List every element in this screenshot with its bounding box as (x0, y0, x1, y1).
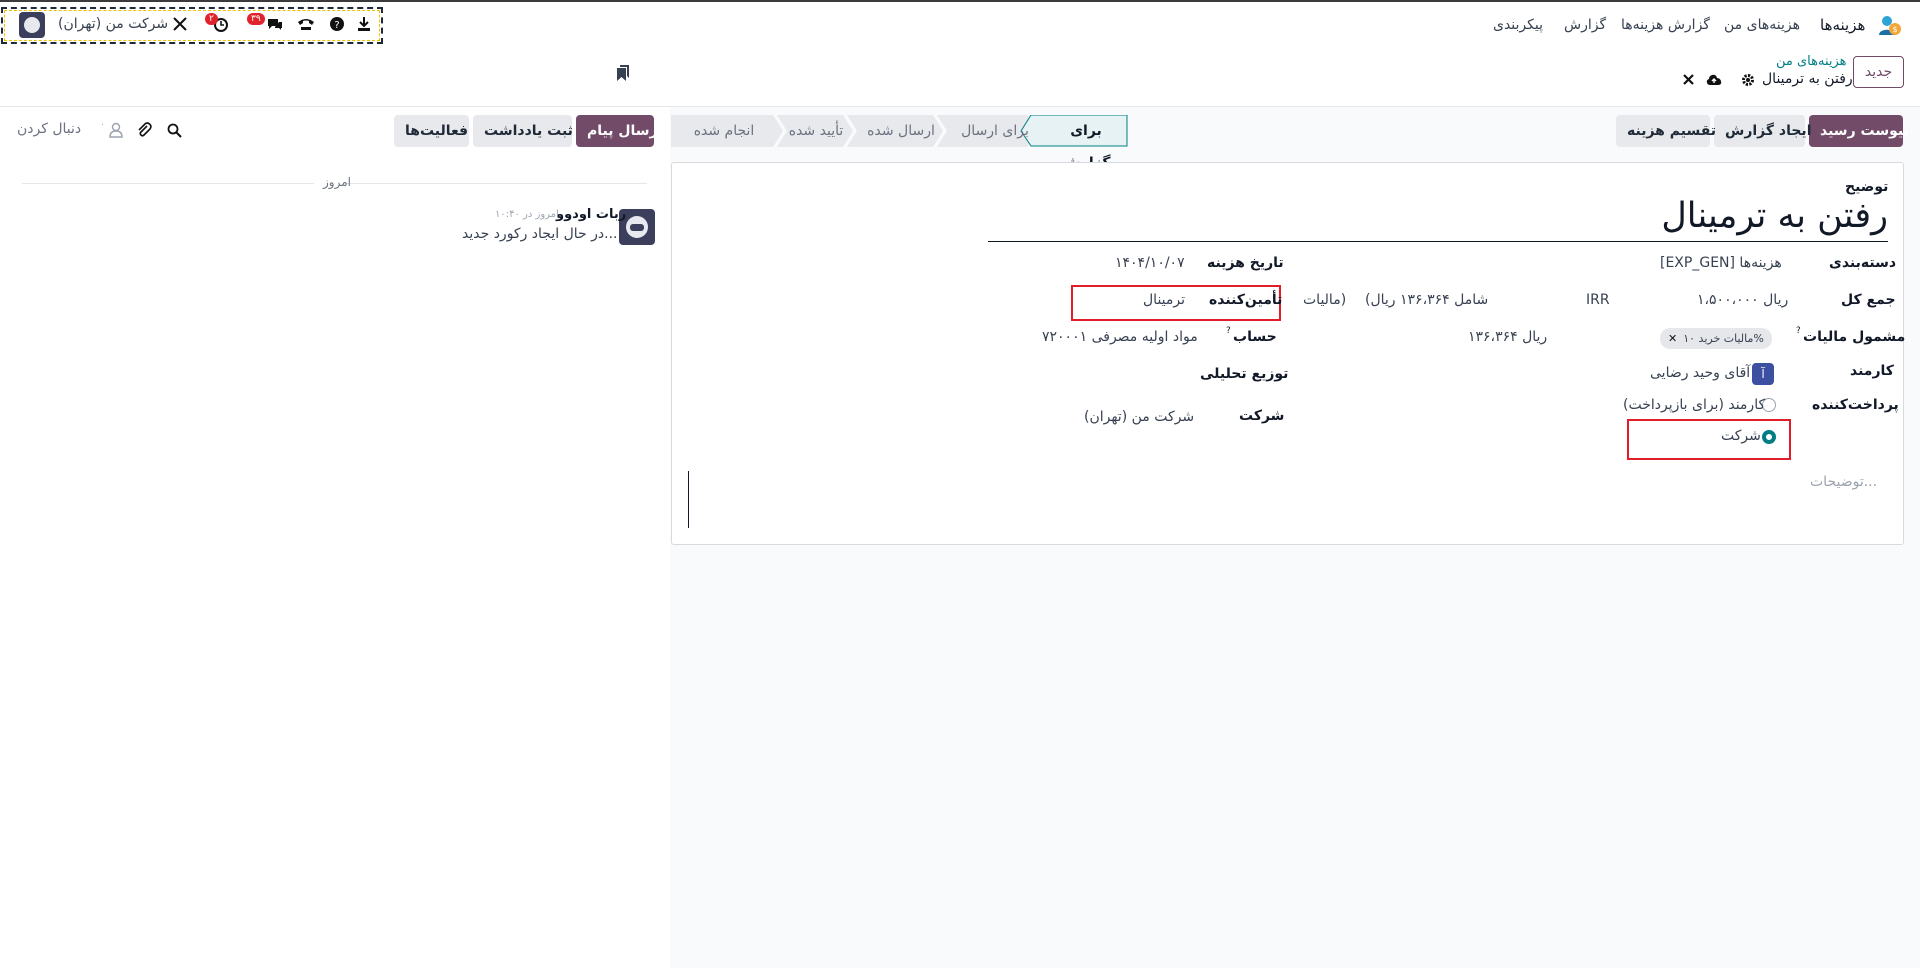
svg-text:?: ? (334, 20, 339, 31)
debug-tools-icon[interactable] (172, 16, 188, 32)
analytic-label: توزیع تحلیلی (1200, 366, 1289, 382)
attach-receipt-button[interactable]: پیوست رسید (1809, 115, 1909, 147)
paid-by-company-label[interactable]: شرکت (1721, 428, 1761, 444)
account-label: حساب (1233, 329, 1277, 345)
message-timestamp: امروز در ۱۰:۴۰ (495, 209, 559, 220)
employee-label: کارمند (1850, 363, 1894, 379)
bookmark-icon[interactable] (617, 65, 629, 81)
search-messages-icon[interactable] (167, 123, 182, 138)
category-label: دسته‌بندی (1829, 255, 1897, 271)
taxes-help-icon[interactable]: ? (1796, 326, 1801, 336)
employee-avatar: آ (1752, 363, 1774, 385)
followers-icon[interactable] (109, 122, 123, 138)
taxes-label: مشمول مالیات (1803, 329, 1906, 345)
tax-amount-field: ۱۳۶،۳۶۴ ریال (1468, 329, 1548, 345)
download-icon[interactable] (357, 16, 371, 32)
employee-field[interactable]: آقای وحید رضایی (1650, 365, 1750, 381)
split-expense-button[interactable]: تقسیم هزینه (1616, 115, 1716, 147)
send-message-button[interactable]: ارسال پیام (576, 115, 662, 147)
menu-expense-reports[interactable]: گزارش هزینه‌ها (1621, 17, 1710, 33)
record-title: رفتن به ترمینال (1762, 71, 1853, 87)
stage-to-report[interactable]: برای گزارش (1046, 115, 1126, 171)
tax-tag-label: مالیات خرید ۱۰% (1683, 332, 1764, 345)
vendor-label: تأمین‌کننده (1209, 292, 1283, 308)
paid-by-employee-label[interactable]: کارمند (برای بازپرداخت) (1623, 397, 1765, 413)
stage-done[interactable]: انجام شده (679, 115, 769, 147)
remove-tax-icon[interactable]: ✕ (1668, 332, 1677, 345)
message-body: در حال ایجاد رکورد جدید... (462, 226, 618, 242)
paid-by-label: پرداخت‌کننده (1812, 397, 1899, 413)
user-avatar[interactable] (19, 12, 45, 38)
message-author: ربات اودوو (556, 207, 627, 222)
app-title[interactable]: هزینه‌ها (1820, 16, 1865, 34)
new-button[interactable]: جدید (1853, 56, 1904, 88)
log-note-button[interactable]: ثبت یادداشت (473, 115, 573, 147)
account-field[interactable]: ۷۲۰۰۰۱ مواد اولیه مصرفی (1042, 329, 1198, 345)
attachment-icon[interactable] (136, 122, 152, 138)
svg-text:$: $ (1892, 25, 1897, 34)
paid-by-company-radio[interactable] (1762, 430, 1776, 444)
description-label: توضیح (1845, 179, 1889, 195)
top-navbar: $ هزینه‌ها هزینه‌های من گزارش هزینه‌ها گ… (0, 0, 1920, 49)
analytic-field[interactable] (1030, 362, 1185, 386)
menu-reporting[interactable]: گزارش (1564, 17, 1606, 33)
discard-icon[interactable] (1683, 74, 1694, 85)
date-field[interactable]: ۱۴۰۴/۱۰/۰۷ (1115, 255, 1185, 271)
company-field[interactable]: شرکت من (تهران) (1084, 409, 1194, 425)
notes-placeholder[interactable]: توضیحات... (1810, 474, 1877, 490)
menu-my-expenses[interactable]: هزینه‌های من (1724, 17, 1800, 33)
stage-submitted[interactable]: ارسال شده (861, 115, 941, 147)
activities-button[interactable]: فعالیت‌ها (394, 115, 469, 147)
messages-icon[interactable] (266, 16, 284, 32)
followers-count: ۰ (100, 120, 105, 130)
stage-approved[interactable]: تأیید شده (776, 115, 856, 147)
menu-configuration[interactable]: پیکربندی (1493, 17, 1543, 33)
control-panel: جدید هزینه‌های من رفتن به ترمینال (0, 49, 1920, 107)
company-switcher[interactable]: شرکت من (تهران) (58, 16, 168, 32)
save-cloud-icon[interactable] (1706, 73, 1722, 86)
breadcrumb-parent[interactable]: هزینه‌های من (1776, 54, 1847, 69)
total-label: جمع کل (1841, 292, 1896, 308)
description-input[interactable]: رفتن به ترمینال (988, 196, 1888, 242)
tax-tag[interactable]: ✕ مالیات خرید ۱۰% (1660, 328, 1772, 349)
stage-to-submit[interactable]: برای ارسال (955, 115, 1035, 147)
help-icon[interactable]: ? (330, 17, 344, 31)
separator-line-left (22, 183, 314, 184)
separator-line-right (345, 183, 647, 184)
category-field[interactable]: [EXP_GEN] هزینه‌ها (1660, 255, 1782, 271)
create-report-button[interactable]: ایجاد گزارش (1714, 115, 1812, 147)
status-bar: برای گزارش برای ارسال ارسال شده تأیید شد… (671, 115, 1128, 171)
tax-included-text: (شامل ۱۳۶،۳۶۴ ریال (1365, 292, 1489, 308)
notes-cursor (688, 471, 689, 528)
currency-field[interactable]: IRR (1586, 292, 1610, 308)
date-label: تاریخ هزینه (1207, 255, 1284, 271)
account-help-icon[interactable]: ? (1226, 326, 1231, 336)
follow-button[interactable]: دنبال کردن (17, 121, 81, 137)
date-separator: امروز (323, 175, 351, 189)
vendor-field[interactable]: ترمینال (1143, 292, 1185, 308)
expenses-app-icon[interactable]: $ (1878, 13, 1902, 37)
total-amount-field[interactable]: ۱،۵۰۰،۰۰۰ ریال (1697, 292, 1788, 308)
tax-included-suffix: مالیات) (1303, 292, 1347, 308)
gear-icon[interactable] (1741, 73, 1755, 87)
company-label: شرکت (1239, 408, 1285, 424)
activity-count-badge: ۲ (205, 13, 218, 25)
messages-count-badge: ۳۹ (247, 13, 265, 25)
phone-icon[interactable] (297, 16, 315, 32)
